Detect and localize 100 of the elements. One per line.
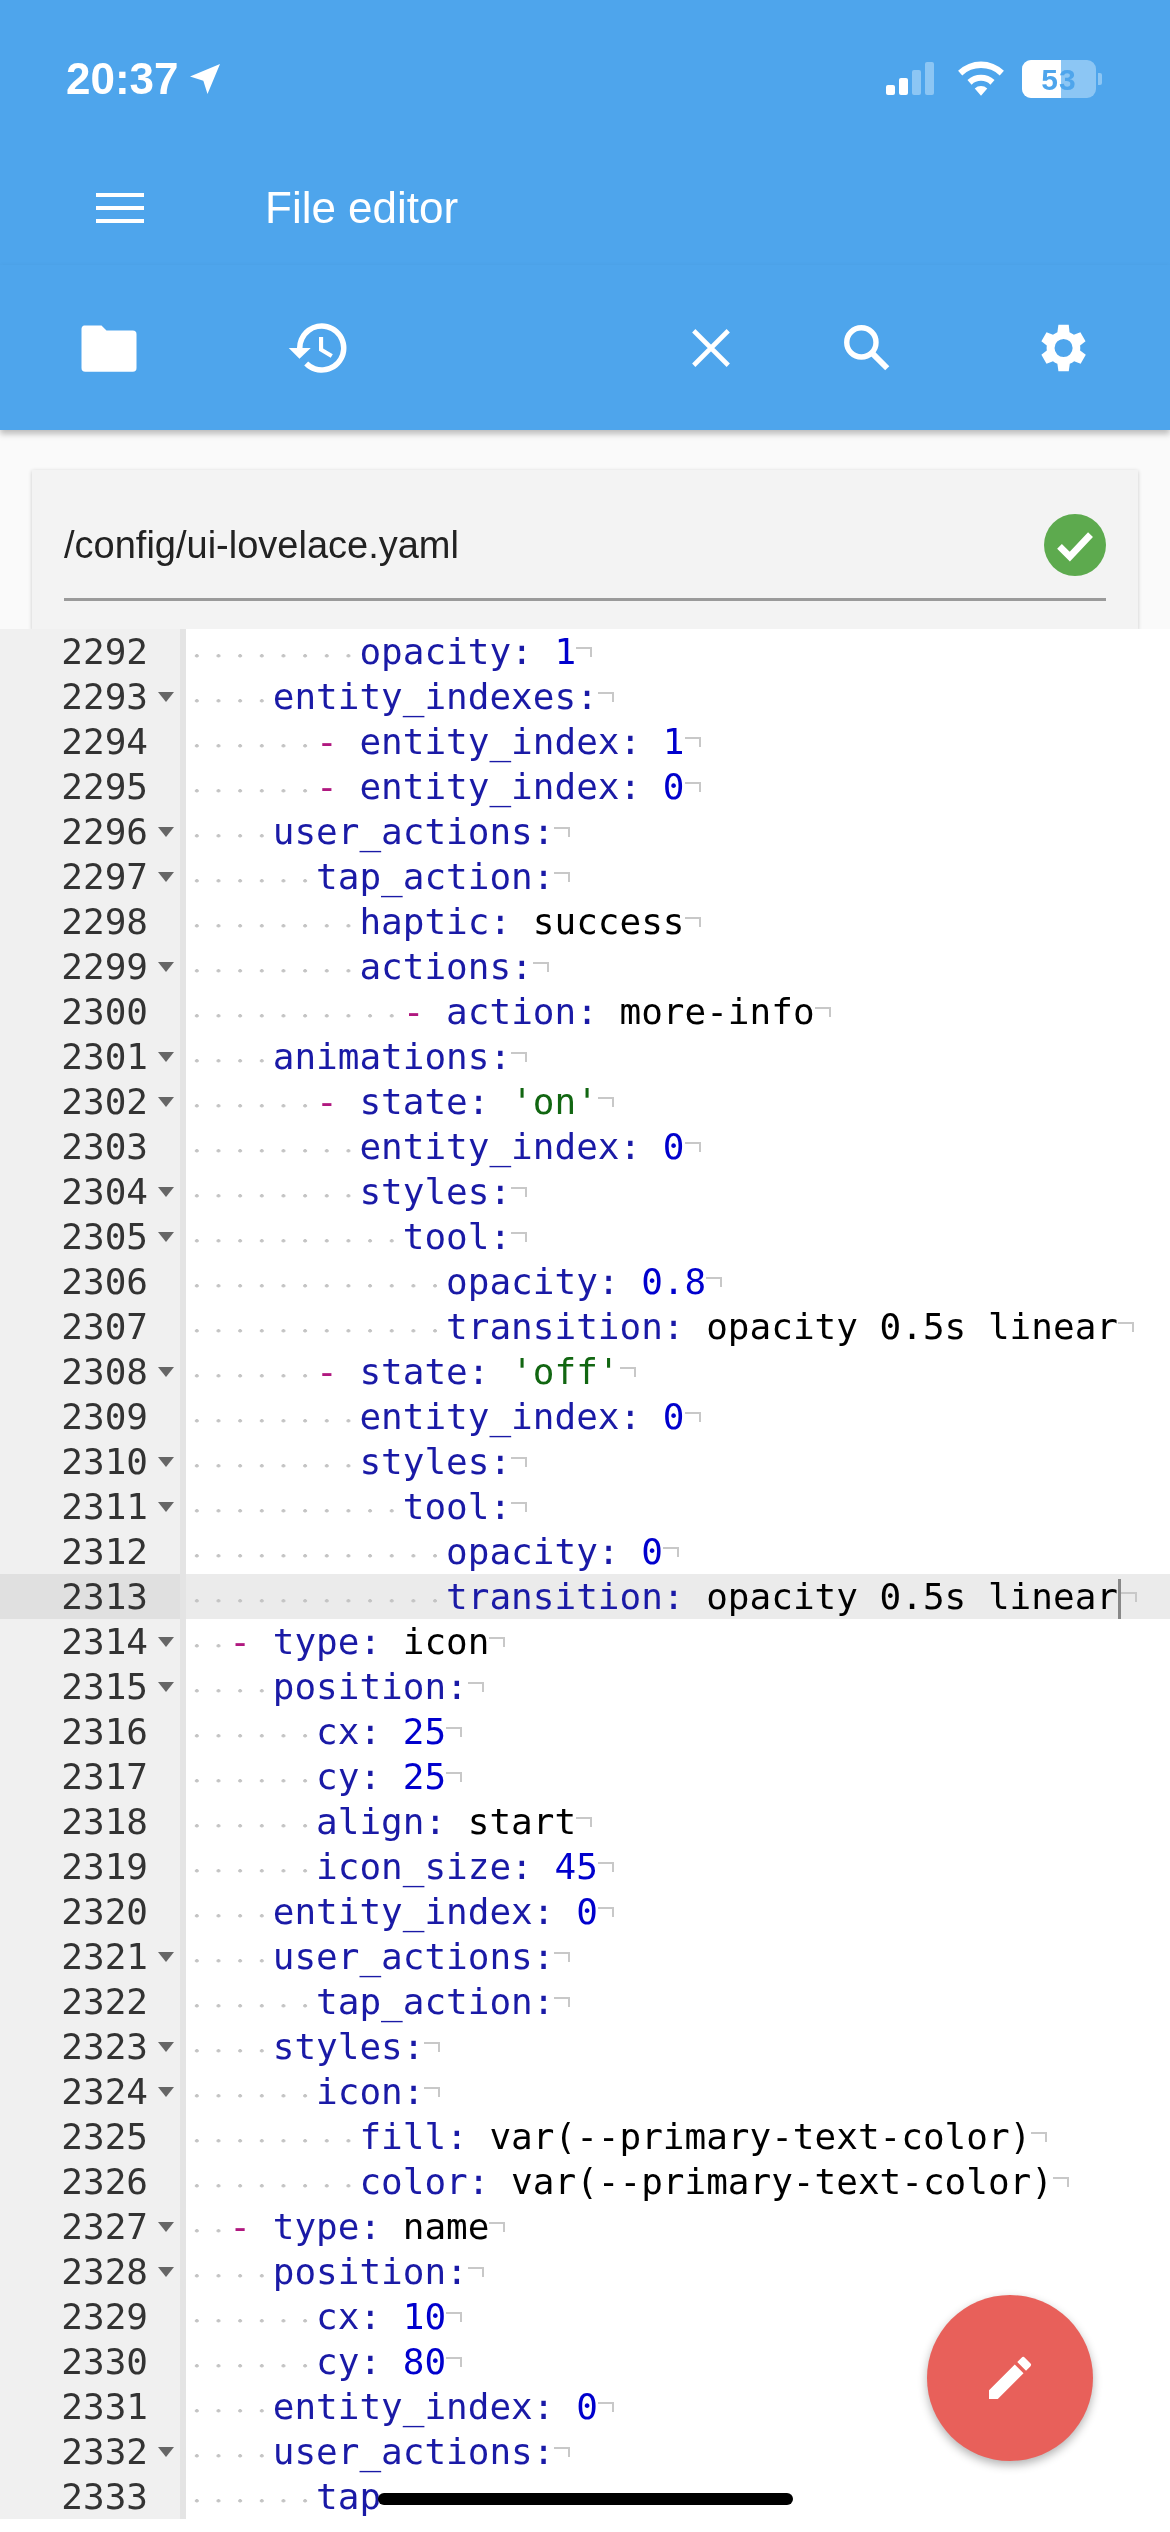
fold-arrow-icon[interactable] bbox=[158, 1096, 174, 1107]
fold-arrow-icon[interactable] bbox=[158, 2086, 174, 2097]
line-end-mark-icon bbox=[576, 646, 593, 657]
fold-arrow-icon[interactable] bbox=[158, 1681, 174, 1692]
line-end-mark-icon bbox=[446, 2356, 463, 2367]
line-end-mark-icon bbox=[684, 736, 701, 747]
code-line: entity_index: 0 bbox=[186, 1124, 685, 1169]
line-end-mark-icon bbox=[489, 1636, 506, 1647]
line-end-mark-icon bbox=[684, 1141, 701, 1152]
line-number: 2319 bbox=[60, 1844, 148, 1889]
code-line: color: var(--primary-text-color) bbox=[186, 2159, 1053, 2204]
line-end-mark-icon bbox=[424, 2086, 441, 2097]
line-end-mark-icon bbox=[662, 1546, 679, 1557]
code-line: entity_index: 0 bbox=[186, 1394, 685, 1439]
line-end-mark-icon bbox=[511, 1186, 528, 1197]
line-number: 2331 bbox=[60, 2384, 148, 2429]
code-line: actions: bbox=[186, 944, 533, 989]
line-number: 2298 bbox=[60, 899, 148, 944]
menu-icon bbox=[96, 190, 144, 225]
code-line: - state: 'on' bbox=[186, 1079, 598, 1124]
line-number: 2304 bbox=[60, 1169, 148, 1214]
line-end-mark-icon bbox=[446, 1771, 463, 1782]
code-line: fill: var(--primary-text-color) bbox=[186, 2114, 1032, 2159]
fold-arrow-icon[interactable] bbox=[158, 1186, 174, 1197]
line-end-mark-icon bbox=[467, 1681, 484, 1692]
fold-arrow-icon[interactable] bbox=[158, 1366, 174, 1377]
code-line: transition: opacity 0.5s linear bbox=[186, 1574, 1121, 1619]
code-line: styles: bbox=[186, 2024, 425, 2069]
fold-arrow-icon[interactable] bbox=[158, 1636, 174, 1647]
fold-arrow-icon[interactable] bbox=[158, 1501, 174, 1512]
line-number: 2294 bbox=[60, 719, 148, 764]
line-number: 2305 bbox=[60, 1214, 148, 1259]
line-end-mark-icon bbox=[597, 2401, 614, 2412]
fold-arrow-icon[interactable] bbox=[158, 691, 174, 702]
code-line: animations: bbox=[186, 1034, 512, 1079]
code-line: cy: 25 bbox=[186, 1754, 447, 1799]
code-line: user_actions: bbox=[186, 1934, 555, 1979]
file-path-field[interactable]: /config/ui-lovelace.yaml bbox=[64, 514, 1106, 601]
code-line: opacity: 0 bbox=[186, 1529, 663, 1574]
line-number: 2295 bbox=[60, 764, 148, 809]
line-end-mark-icon bbox=[511, 1231, 528, 1242]
line-number: 2299 bbox=[60, 944, 148, 989]
line-end-mark-icon bbox=[706, 1276, 723, 1287]
line-number: 2303 bbox=[60, 1124, 148, 1169]
fold-arrow-icon[interactable] bbox=[158, 826, 174, 837]
line-number: 2322 bbox=[60, 1979, 148, 2024]
line-number: 2323 bbox=[60, 2024, 148, 2069]
line-number: 2312 bbox=[60, 1529, 148, 1574]
code-line: position: bbox=[186, 1664, 468, 1709]
fold-arrow-icon[interactable] bbox=[158, 871, 174, 882]
code-line: tap_action: bbox=[186, 854, 555, 899]
line-number: 2297 bbox=[60, 854, 148, 899]
fold-arrow-icon[interactable] bbox=[158, 1951, 174, 1962]
line-number: 2300 bbox=[60, 989, 148, 1034]
line-end-mark-icon bbox=[511, 1051, 528, 1062]
fold-arrow-icon[interactable] bbox=[158, 2446, 174, 2457]
line-end-mark-icon bbox=[814, 1006, 831, 1017]
line-number: 2313 bbox=[60, 1574, 148, 1619]
fold-arrow-icon[interactable] bbox=[158, 2041, 174, 2052]
line-number: 2324 bbox=[60, 2069, 148, 2114]
line-end-mark-icon bbox=[576, 1816, 593, 1827]
fold-arrow-icon[interactable] bbox=[158, 1231, 174, 1242]
line-number: 2307 bbox=[60, 1304, 148, 1349]
code-line: styles: bbox=[186, 1169, 512, 1214]
code-line: cx: 10 bbox=[186, 2294, 447, 2339]
fold-arrow-icon[interactable] bbox=[158, 1456, 174, 1467]
code-line: icon_size: 45 bbox=[186, 1844, 598, 1889]
line-number: 2317 bbox=[60, 1754, 148, 1799]
line-end-mark-icon bbox=[511, 1456, 528, 1467]
line-number: 2326 bbox=[60, 2159, 148, 2204]
fold-arrow-icon[interactable] bbox=[158, 2266, 174, 2277]
fold-arrow-icon[interactable] bbox=[158, 1051, 174, 1062]
line-number: 2310 bbox=[60, 1439, 148, 1484]
app-title: File editor bbox=[265, 181, 459, 234]
code-line: cy: 80 bbox=[186, 2339, 447, 2384]
code-line: opacity: 1 bbox=[186, 629, 577, 674]
line-end-mark-icon bbox=[684, 916, 701, 927]
line-number: 2321 bbox=[60, 1934, 148, 1979]
line-number: 2311 bbox=[60, 1484, 148, 1529]
code-line: entity_indexes: bbox=[186, 674, 598, 719]
line-number: 2332 bbox=[60, 2429, 148, 2474]
line-number: 2308 bbox=[60, 1349, 148, 1394]
fold-arrow-icon[interactable] bbox=[158, 2221, 174, 2232]
line-end-mark-icon bbox=[554, 1951, 571, 1962]
line-end-mark-icon bbox=[1118, 1321, 1134, 1332]
fold-arrow-icon[interactable] bbox=[158, 961, 174, 972]
line-end-mark-icon bbox=[1052, 2176, 1069, 2187]
line-number: 2296 bbox=[60, 809, 148, 854]
line-end-mark-icon bbox=[684, 781, 701, 792]
wifi-icon bbox=[956, 60, 1006, 98]
line-number: 2328 bbox=[60, 2249, 148, 2294]
line-end-mark-icon bbox=[619, 1366, 636, 1377]
code-line: icon: bbox=[186, 2069, 425, 2114]
line-end-mark-icon bbox=[554, 871, 571, 882]
line-end-mark-icon bbox=[597, 1906, 614, 1917]
code-line: - type: name bbox=[186, 2204, 490, 2249]
line-number: 2327 bbox=[60, 2204, 148, 2249]
code-line: user_actions: bbox=[186, 809, 555, 854]
line-number: 2320 bbox=[60, 1889, 148, 1934]
line-end-mark-icon bbox=[446, 2311, 463, 2322]
